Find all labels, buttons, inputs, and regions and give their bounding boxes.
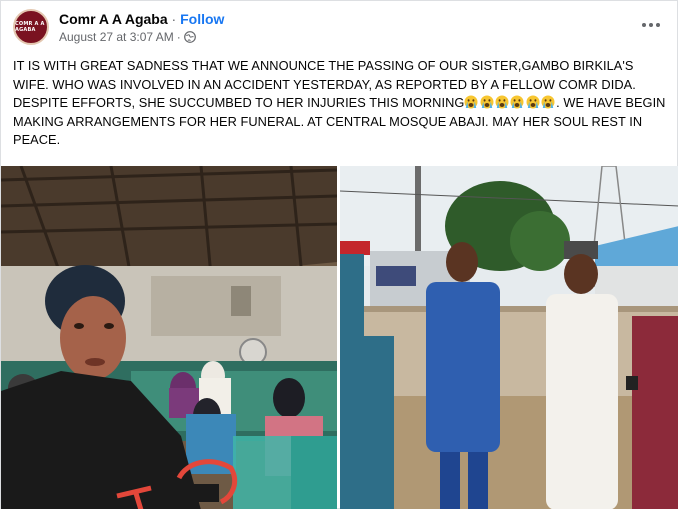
post-header: COMR A A AGABA Comr A A Agaba · Follow A… bbox=[13, 7, 665, 47]
crying-face-emoji-icon bbox=[541, 95, 555, 109]
avatar[interactable]: COMR A A AGABA bbox=[13, 9, 49, 45]
separator: · bbox=[171, 11, 177, 27]
photo-men-outdoors[interactable] bbox=[340, 166, 678, 509]
post-meta: August 27 at 3:07 AM · bbox=[59, 29, 196, 45]
post-photos bbox=[1, 166, 678, 509]
author-line: Comr A A Agaba · Follow bbox=[59, 10, 224, 28]
author-name[interactable]: Comr A A Agaba bbox=[59, 11, 168, 27]
photo-woman-in-hall[interactable] bbox=[1, 166, 337, 509]
crying-face-emoji-icon bbox=[495, 95, 509, 109]
facebook-post: COMR A A AGABA Comr A A Agaba · Follow A… bbox=[0, 0, 678, 509]
post-text: IT IS WITH GREAT SADNESS THAT WE ANNOUNC… bbox=[13, 57, 668, 150]
crying-face-emoji-icon bbox=[480, 95, 494, 109]
crying-face-emoji-icon bbox=[526, 95, 540, 109]
follow-button[interactable]: Follow bbox=[180, 11, 224, 27]
emoji-row bbox=[464, 95, 556, 110]
post-timestamp[interactable]: August 27 at 3:07 AM bbox=[59, 29, 174, 45]
globe-icon bbox=[183, 31, 196, 43]
crying-face-emoji-icon bbox=[464, 95, 478, 109]
meta-separator: · bbox=[176, 30, 181, 44]
crying-face-emoji-icon bbox=[510, 95, 524, 109]
avatar-text: COMR A A AGABA bbox=[15, 21, 45, 33]
more-options-icon[interactable] bbox=[637, 15, 665, 35]
